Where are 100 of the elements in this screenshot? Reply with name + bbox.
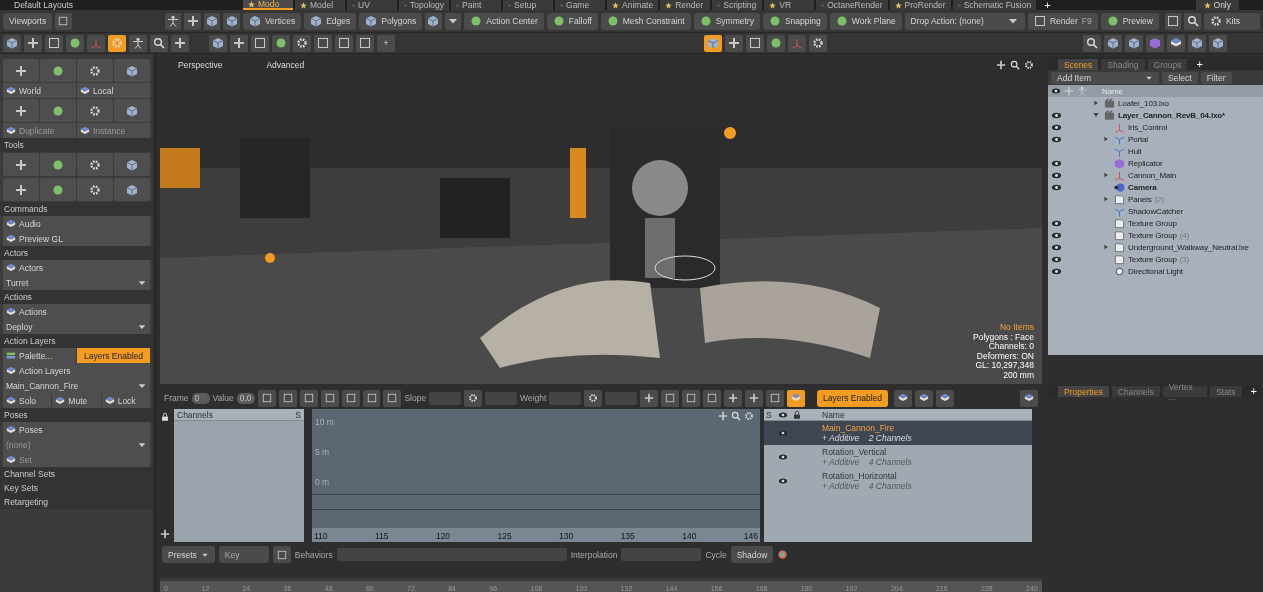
sphere-icon[interactable] [52,158,64,171]
shading-style[interactable]: Advanced [266,59,305,70]
panel-button[interactable]: Actions [3,304,150,319]
key-button[interactable]: Key [218,546,269,563]
item-name[interactable]: Layer_Cannon_RevB_04.lxo* [1118,110,1225,120]
frame-icon[interactable] [387,393,398,403]
panel-button[interactable]: Poses [3,422,150,437]
dropdown[interactable]: Turret [3,275,150,290]
panel-button[interactable]: Actors [3,260,150,275]
layout-tab[interactable]: Animate [607,0,659,10]
section-header[interactable]: Key Sets [0,481,153,495]
frame-icon[interactable] [770,393,781,403]
cube-icon[interactable] [206,15,219,27]
item-name[interactable]: Directional Light [1128,266,1183,276]
move-icon[interactable] [15,64,27,77]
move-icon[interactable] [233,37,245,49]
panel-tab[interactable]: Properties [1058,386,1109,397]
mode-button[interactable]: Polygons [359,12,423,30]
frame-icon[interactable] [324,393,335,403]
section-header[interactable]: Retargeting [0,495,153,509]
cube-icon[interactable] [427,15,440,27]
cube-icon[interactable] [6,37,18,49]
panel-button[interactable]: Audio [3,216,150,231]
sphere-icon[interactable] [69,37,81,49]
settings-icon[interactable] [812,37,824,49]
search-icon[interactable] [1186,15,1199,27]
settings-icon[interactable] [296,37,308,49]
frame-icon[interactable] [366,393,377,403]
frame-icon[interactable] [254,37,266,49]
render-button[interactable]: Render F9 [1027,12,1098,30]
sphere-icon[interactable] [275,37,287,49]
panel-button[interactable]: Local [77,83,150,98]
expand-arrow-icon[interactable] [1092,99,1100,107]
frame-field[interactable]: 0 [191,392,210,404]
section-header[interactable]: Action Layers [0,334,153,348]
frame-icon[interactable] [749,37,761,49]
cube-icon[interactable] [126,158,138,171]
panel-tab[interactable]: Groups [1147,59,1188,70]
layout-tab[interactable]: Setup [503,0,554,10]
cube-icon[interactable] [225,15,238,27]
frame-icon[interactable] [276,549,287,560]
settings-icon[interactable] [89,104,101,117]
move-icon[interactable] [996,59,1006,70]
shadow-button[interactable]: Shadow [730,546,774,563]
add-tab-button[interactable]: + [1244,385,1263,397]
panel-button[interactable]: Solo [3,393,52,408]
layout-tab[interactable]: Render [660,0,711,10]
mode-button[interactable]: Edges [304,12,357,30]
search-icon[interactable] [1086,37,1098,49]
item-name[interactable]: Cannon_Main [1128,170,1177,180]
panel-button[interactable]: World [3,83,76,98]
mode-button[interactable]: Vertices [242,12,302,30]
layout-tab[interactable]: Game [555,0,606,10]
frame-icon[interactable] [707,393,718,403]
expand-arrow-icon[interactable] [1102,195,1110,203]
settings-icon[interactable] [89,158,101,171]
sphere-icon[interactable] [52,104,64,117]
move-icon[interactable] [728,393,739,403]
settings-icon[interactable] [468,393,479,403]
layout-tab[interactable]: Scripting [712,0,763,10]
panel-tab[interactable]: Channels [1111,386,1160,397]
move-icon[interactable] [644,393,655,403]
item-name[interactable]: Camera [1128,182,1157,192]
expand-arrow-icon[interactable] [1102,243,1110,251]
settings-icon[interactable] [89,183,101,196]
move-icon[interactable] [15,183,27,196]
value-field[interactable]: 0.0 [236,392,255,404]
tool-button[interactable]: Snapping [762,12,827,30]
settings-icon[interactable] [89,64,101,77]
move-icon[interactable] [728,37,740,49]
panel-button[interactable]: Lock [101,393,150,408]
sphere-icon[interactable] [52,183,64,196]
cube-icon[interactable] [1107,37,1119,49]
figure-icon[interactable] [132,37,144,49]
layer-row[interactable]: Main_Cannon_Fire + Additive 2 Channels [764,421,1032,445]
add-tab-button[interactable]: + [1038,0,1057,11]
settings-icon[interactable] [588,393,599,403]
cube-icon[interactable] [126,183,138,196]
frame-icon[interactable] [665,393,676,403]
drop-action-dropdown[interactable]: Drop Action: (none) [904,12,1025,30]
section-header[interactable]: Poses [0,408,153,422]
filter-button[interactable]: Filter [1200,71,1232,84]
frame-icon[interactable] [338,37,350,49]
layers-icon[interactable] [1023,393,1034,403]
move-icon[interactable] [749,393,760,403]
tool-button[interactable]: Mesh Constraint [600,12,691,30]
only-tab[interactable]: Only [1195,0,1239,10]
item-name[interactable]: Portal [1128,134,1148,144]
cube-icon[interactable] [212,37,224,49]
layout-tab[interactable]: Schematic Fusion [952,0,1037,10]
search-icon[interactable] [1010,59,1020,70]
dropdown[interactable]: Main_Cannon_Fire [3,378,150,393]
layout-tab[interactable]: UV [347,0,397,10]
item-name[interactable]: Iris_Control [1128,122,1168,132]
color-wheel-icon[interactable] [777,549,789,560]
kits-button[interactable]: Kits [1203,12,1260,30]
frame-icon[interactable] [359,37,371,49]
move-icon[interactable] [718,411,728,421]
frame-icon[interactable] [261,393,272,403]
item-name[interactable]: Texture Group [1128,218,1177,228]
